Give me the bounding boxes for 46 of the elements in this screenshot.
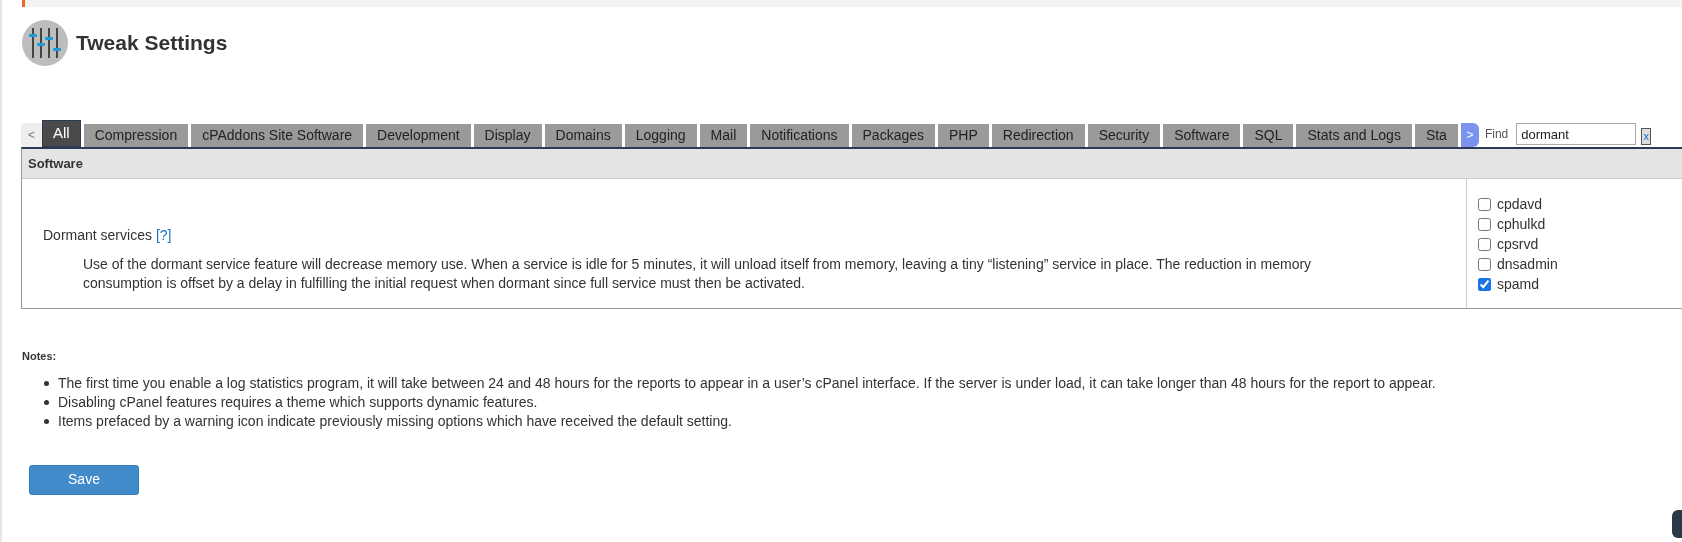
tab[interactable]: Security [1087, 124, 1161, 147]
save-button[interactable]: Save [29, 464, 139, 495]
service-label: dnsadmin [1497, 254, 1558, 274]
service-label: cphulkd [1497, 214, 1546, 234]
note-text: The first time you enable a log statistics program, it will take between 24 and 48 hours for the reports to appear in a user’s cPanel interface. If the server is under load, it can take longer than 48 hours for the report to appear. [58, 373, 1436, 393]
service-checkbox[interactable] [1478, 217, 1491, 231]
tab[interactable]: Notifications [750, 124, 849, 147]
tab[interactable]: Compression [83, 124, 189, 147]
tab[interactable]: SQL [1243, 124, 1294, 147]
tab[interactable]: All [42, 120, 81, 147]
setting-description: Use of the dormant service feature will decrease memory use. When a service is idle for 5 minutes, it will unload itself from memory, leaving a tiny “listening” service in place. The reduction in memory consumption is offset by a delay in fulfilling the initial request when dormant since full service must then be activated. [83, 255, 1313, 293]
tab[interactable]: Redirection [991, 124, 1085, 147]
help-link[interactable]: [?] [155, 225, 172, 246]
setting-name: Dormant services [43, 226, 152, 245]
find-field[interactable]: dormant [1516, 123, 1637, 145]
tab[interactable]: cPAddons Site Software [191, 124, 364, 147]
note-text: Disabling cPanel features requires a theme which supports dynamic features. [58, 392, 538, 412]
clear-find-button[interactable]: x [1641, 128, 1652, 145]
service-checkbox[interactable] [1478, 197, 1491, 211]
tab[interactable]: PHP [938, 124, 989, 147]
tab[interactable]: Domains [544, 124, 622, 147]
tab[interactable]: Stats and Logs [1296, 124, 1412, 147]
service-checkbox[interactable] [1478, 257, 1491, 271]
tab-scroll-left-button[interactable]: < [21, 123, 42, 147]
bullet-icon [44, 399, 49, 405]
bullet-icon [44, 380, 49, 386]
tab[interactable]: Development [366, 124, 471, 147]
tab[interactable]: Display [473, 124, 542, 147]
notes-title: Notes: [22, 349, 58, 364]
tab[interactable]: Logging [624, 124, 697, 147]
service-label: cpdavd [1497, 194, 1543, 214]
tab[interactable]: Mail [699, 124, 748, 147]
tab[interactable]: Software [1163, 124, 1241, 147]
sliders-icon [22, 20, 68, 66]
find-label: Find [1484, 126, 1509, 143]
service-label: spamd [1497, 274, 1540, 294]
tab[interactable]: Sta [1414, 124, 1458, 147]
tab[interactable]: Packages [851, 124, 935, 147]
service-checkbox[interactable] [1478, 237, 1491, 251]
bullet-icon [44, 418, 49, 424]
service-checkbox[interactable] [1478, 277, 1491, 291]
note-text: Items prefaced by a warning icon indicate previously missing options which have received the default setting. [58, 411, 732, 431]
service-label: cpsrvd [1497, 234, 1539, 254]
chat-widget-icon[interactable] [1672, 510, 1682, 538]
section-header: Software [22, 149, 1682, 179]
page-title: Tweak Settings [76, 30, 228, 57]
